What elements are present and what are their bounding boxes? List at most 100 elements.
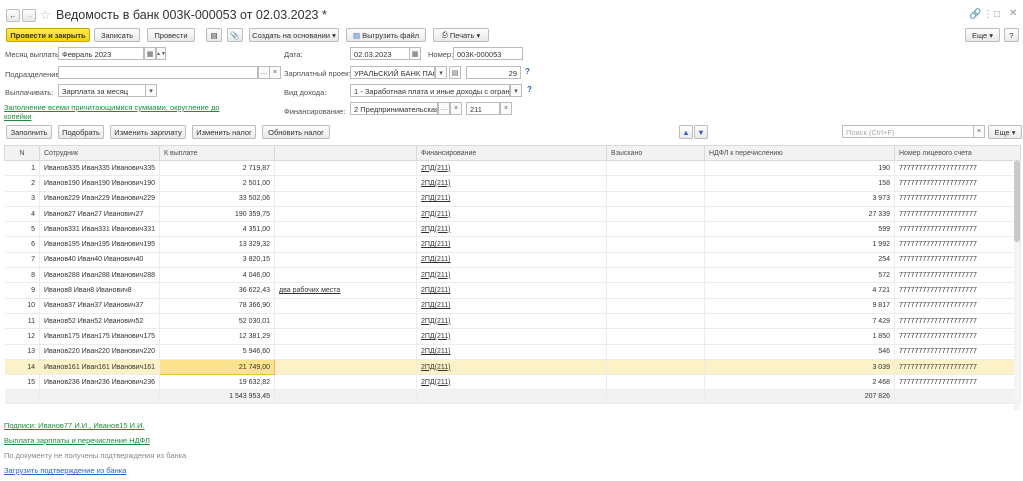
cell-n[interactable]: 6 <box>4 236 40 253</box>
cell-note[interactable] <box>274 328 417 345</box>
cell-pay[interactable]: 190 359,75 <box>159 206 275 223</box>
cell-ndfl[interactable]: 1 992 <box>704 236 895 253</box>
link-icon[interactable]: 🔗 <box>969 9 981 20</box>
cell-funding[interactable]: 2ПД(211) <box>416 175 607 192</box>
cell-note[interactable] <box>274 206 417 223</box>
table-row[interactable]: 10 Иванов37 Иван37 Иванович37 78 366,90 2ПД… <box>4 298 1021 314</box>
menu-dots-icon[interactable]: ⋮ <box>983 9 993 20</box>
cell-account[interactable]: 77777777777777777777 <box>894 160 1021 177</box>
cell-note[interactable] <box>274 267 417 284</box>
cell-pay[interactable]: 4 351,00 <box>159 221 275 238</box>
signatures-link[interactable]: Подписи: Иванов77 И.И., Иванов15 И.И. <box>4 421 145 430</box>
cell-funding[interactable]: 2ПД(211) <box>416 236 607 253</box>
cell-employee[interactable]: Иванов220 Иван220 Иванович220 <box>39 344 160 360</box>
cell-account[interactable]: 77777777777777777777 <box>894 206 1021 223</box>
cell-collected[interactable] <box>606 298 705 314</box>
print-button[interactable]: ⎙ Печать ▾ <box>433 28 489 42</box>
cell-pay[interactable]: 3 820,15 <box>159 252 275 269</box>
cell-employee[interactable]: Иванов335 Иван335 Иванович335 <box>39 160 160 177</box>
table-row[interactable]: 3 Иванов229 Иван229 Иванович229 33 502,06 2… <box>4 191 1021 207</box>
cell-pay[interactable]: 2 719,87 <box>159 160 275 177</box>
salary-project-dropdown-icon[interactable]: ▾ <box>435 66 447 79</box>
cell-collected[interactable] <box>606 252 705 269</box>
cell-funding[interactable]: 2ПД(211) <box>416 282 607 299</box>
cell-employee[interactable]: Иванов229 Иван229 Иванович229 <box>39 191 160 207</box>
cell-funding[interactable]: 2ПД(211) <box>416 252 607 269</box>
list-icon[interactable]: ▤ <box>206 28 222 42</box>
cell-collected[interactable] <box>606 359 705 376</box>
cell-collected[interactable] <box>606 282 705 299</box>
cell-ndfl[interactable]: 9 817 <box>704 298 895 314</box>
cell-account[interactable]: 77777777777777777777 <box>894 221 1021 238</box>
month-input[interactable]: Февраль 2023 <box>58 47 144 60</box>
cell-pay[interactable]: 13 329,32 <box>159 236 275 253</box>
fill-mode-link[interactable]: Заполнение всеми причитающимися суммами,… <box>4 103 224 121</box>
table-row[interactable]: 1 Иванов335 Иван335 Иванович335 2 719,87 2П… <box>4 160 1021 177</box>
cell-funding[interactable]: 2ПД(211) <box>416 298 607 314</box>
cell-note[interactable] <box>274 160 417 177</box>
income-input[interactable]: 1 - Заработная плата и иные доходы с огр… <box>350 84 510 97</box>
cell-collected[interactable] <box>606 328 705 345</box>
cell-note[interactable] <box>274 313 417 330</box>
cell-account[interactable]: 77777777777777777777 <box>894 344 1021 360</box>
search-input[interactable]: Поиск (Ctrl+F) <box>842 125 974 138</box>
cell-note[interactable] <box>274 175 417 192</box>
post-button[interactable]: Провести <box>147 28 195 42</box>
payment-link[interactable]: Выплата зарплаты и перечисление НДФЛ <box>4 436 150 445</box>
cell-ndfl[interactable]: 3 973 <box>704 191 895 207</box>
cell-collected[interactable] <box>606 191 705 207</box>
cell-n[interactable]: 12 <box>4 328 40 345</box>
cell-account[interactable]: 77777777777777777777 <box>894 236 1021 253</box>
back-button[interactable]: ← <box>6 9 20 22</box>
cell-note[interactable] <box>274 344 417 360</box>
cell-collected[interactable] <box>606 344 705 360</box>
cell-account[interactable]: 77777777777777777777 <box>894 359 1021 376</box>
cell-employee[interactable]: Иванов195 Иван195 Иванович195 <box>39 236 160 253</box>
cell-employee[interactable]: Иванов37 Иван37 Иванович37 <box>39 298 160 314</box>
cell-ndfl[interactable]: 546 <box>704 344 895 360</box>
cell-note[interactable] <box>274 221 417 238</box>
export-file-button[interactable]: ▤ Выгрузить файл <box>346 28 426 42</box>
cell-pay[interactable]: 33 502,06 <box>159 191 275 207</box>
cell-funding[interactable]: 2ПД(211) <box>416 359 607 376</box>
post-and-close-button[interactable]: Провести и закрыть <box>6 28 90 42</box>
cell-funding[interactable]: 2ПД(211) <box>416 344 607 360</box>
cell-note[interactable] <box>274 191 417 207</box>
cell-employee[interactable]: Иванов331 Иван331 Иванович331 <box>39 221 160 238</box>
cell-n[interactable]: 2 <box>4 175 40 192</box>
cell-account[interactable]: 77777777777777777777 <box>894 282 1021 299</box>
table-row[interactable]: 5 Иванов331 Иван331 Иванович331 4 351,00 2П… <box>4 221 1021 238</box>
cell-n[interactable]: 5 <box>4 221 40 238</box>
cell-employee[interactable]: Иванов8 Иван8 Иванович8 <box>39 282 160 299</box>
cell-employee[interactable]: Иванов236 Иван236 Иванович236 <box>39 374 160 391</box>
cell-n[interactable]: 10 <box>4 298 40 314</box>
cell-funding[interactable]: 2ПД(211) <box>416 191 607 207</box>
cell-employee[interactable]: Иванов27 Иван27 Иванович27 <box>39 206 160 223</box>
cell-n[interactable]: 15 <box>4 374 40 391</box>
cell-ndfl[interactable]: 27 339 <box>704 206 895 223</box>
cell-funding[interactable]: 2ПД(211) <box>416 221 607 238</box>
move-up-icon[interactable]: ▲ <box>679 125 693 139</box>
date-input[interactable]: 02.03.2023 <box>350 47 410 60</box>
update-tax-button[interactable]: Обновить налог <box>262 125 330 139</box>
cell-collected[interactable] <box>606 160 705 177</box>
move-down-icon[interactable]: ▼ <box>694 125 708 139</box>
table-row[interactable]: 4 Иванов27 Иван27 Иванович27 190 359,75 2ПД… <box>4 206 1021 223</box>
pay-dropdown-icon[interactable]: ▾ <box>145 84 157 97</box>
cell-note[interactable] <box>274 359 417 376</box>
cell-account[interactable]: 77777777777777777777 <box>894 313 1021 330</box>
cell-collected[interactable] <box>606 267 705 284</box>
funding-input[interactable]: 2 Предпринимательская деятельность <box>350 102 438 115</box>
cell-n[interactable]: 14 <box>4 359 40 376</box>
table-row[interactable]: 2 Иванов190 Иван190 Иванович190 2 501,00 2П… <box>4 175 1021 192</box>
cell-n[interactable]: 4 <box>4 206 40 223</box>
cell-pay[interactable]: 4 046,00 <box>159 267 275 284</box>
help-button[interactable]: ? <box>1004 28 1019 42</box>
header-col-ndfl[interactable]: НДФЛ к перечислению <box>704 145 895 161</box>
cell-pay[interactable]: 21 749,00 <box>159 358 275 376</box>
cell-funding[interactable]: 2ПД(211) <box>416 160 607 177</box>
header-col-employee[interactable]: Сотрудник <box>39 145 160 161</box>
cell-n[interactable]: 8 <box>4 267 40 284</box>
cell-ndfl[interactable]: 254 <box>704 252 895 269</box>
select-button[interactable]: Подобрать <box>58 125 104 139</box>
